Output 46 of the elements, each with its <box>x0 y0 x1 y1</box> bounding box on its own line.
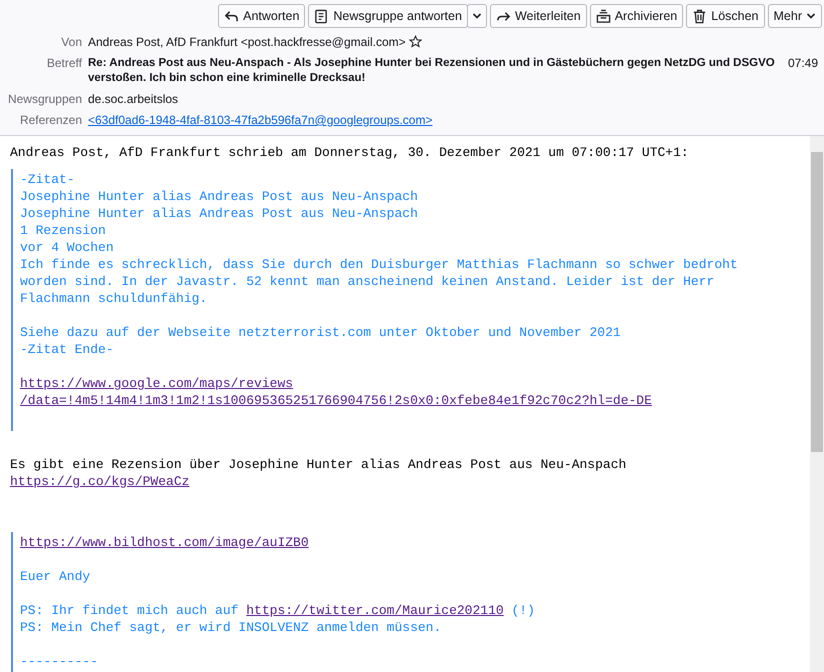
newsgroup-name: de.soc.arbeitslos <box>88 92 178 107</box>
url-link[interactable]: https://twitter.com/Maurice202110 <box>246 603 504 618</box>
quoted-text: vor 4 Wochen <box>20 239 115 256</box>
url-link[interactable]: https://www.google.com/maps/reviews <box>20 376 294 391</box>
header-label: Von <box>60 35 82 50</box>
reference-link[interactable]: <63df0ad6-1948-4faf-8103-47fa2b596fa7n@googlegroups.com> <box>88 113 432 128</box>
quoted-text: PS: Mein Chef sagt, er wird INSOLVENZ anmelden müssen. <box>20 619 442 636</box>
quoted-text: worden sind. In der Javastr. 52 kennt man anscheinend keinen Anstand. Leider ist der Herr <box>20 273 716 290</box>
toolbar-button[interactable]: Weiterleiten <box>490 4 587 28</box>
quoted-text: Flachmann schuldunfähig. <box>20 290 208 307</box>
dropdown-button[interactable] <box>466 4 487 28</box>
scrollbar-thumb[interactable] <box>811 152 823 452</box>
chevron-icon <box>806 11 816 21</box>
archive-icon <box>596 8 611 24</box>
quoted-text: 1 Rezension <box>20 222 107 239</box>
message-time: 07:49 <box>786 56 818 71</box>
toolbar-button[interactable]: Archivieren <box>590 4 684 28</box>
quoted-text: Ich finde es schrecklich, dass Sie durch den Duisburger Matthias Flachmann so schwer bedroht <box>20 256 739 273</box>
header-label: Newsgruppen <box>6 92 82 107</box>
toolbar-button[interactable]: Löschen <box>686 4 765 28</box>
quoted-text: -Zitat- <box>20 171 76 188</box>
url-link[interactable]: /data=!4m5!14m4!1m3!1m2!1s100695365251766904756!2s0x0:0xfebe84e1f92c70c2?hl=de-DE <box>20 393 652 408</box>
quoted-text: Euer Andy <box>20 568 92 585</box>
quoted-text: Josephine Hunter alias Andreas Post aus Neu-Anspach <box>20 205 419 222</box>
header-label: Betreff <box>46 56 82 71</box>
toolbar-button[interactable]: Antworten <box>218 4 306 28</box>
quoted-text: PS: Ihr findet mich auch auf https://twitter.com/Maurice202110 (!) <box>20 602 536 619</box>
quoted-text: -Zitat Ende- <box>20 341 115 358</box>
scrollbar[interactable] <box>810 136 824 672</box>
subject-text: Re: Andreas Post aus Neu-Anspach - Als Josephine Hunter bei Rezensionen und in Gästebüchern gegen NetzDG und DSGVO verstoßen. Ich bin schon eine kriminelle Drecksau! <box>88 56 776 86</box>
toolbar-button[interactable]: Newsgruppe antworten <box>308 4 468 28</box>
quoted-text: ---------- <box>20 653 100 670</box>
chevron-icon <box>472 11 482 21</box>
quoted-text: Siehe dazu auf der Webseite netzterrorist.com unter Oktober und November 2021 <box>20 324 622 341</box>
url-link[interactable]: https://g.co/kgs/PWeaCz <box>10 474 190 489</box>
reply-icon <box>224 8 240 24</box>
header-label: Referenzen <box>18 113 82 128</box>
star-icon[interactable] <box>408 35 422 48</box>
message-text: Es gibt eine Rezension über Josephine Hunter alias Andreas Post aus Neu-Anspach <box>10 456 628 473</box>
url-link[interactable]: https://www.bildhost.com/image/auIZB0 <box>20 535 309 550</box>
toolbar-button[interactable]: Mehr <box>768 4 822 28</box>
message-text: Andreas Post, AfD Frankfurt schrieb am Donnerstag, 30. Dezember 2021 um 07:00:17 UTC+1: <box>10 144 690 161</box>
document-icon <box>314 8 330 24</box>
sender-name: Andreas Post, AfD Frankfurt <post.hackfresse@gmail.com> <box>88 35 406 50</box>
trash-icon <box>692 8 708 24</box>
quoted-text: Josephine Hunter alias Andreas Post aus Neu-Anspach <box>20 188 419 205</box>
